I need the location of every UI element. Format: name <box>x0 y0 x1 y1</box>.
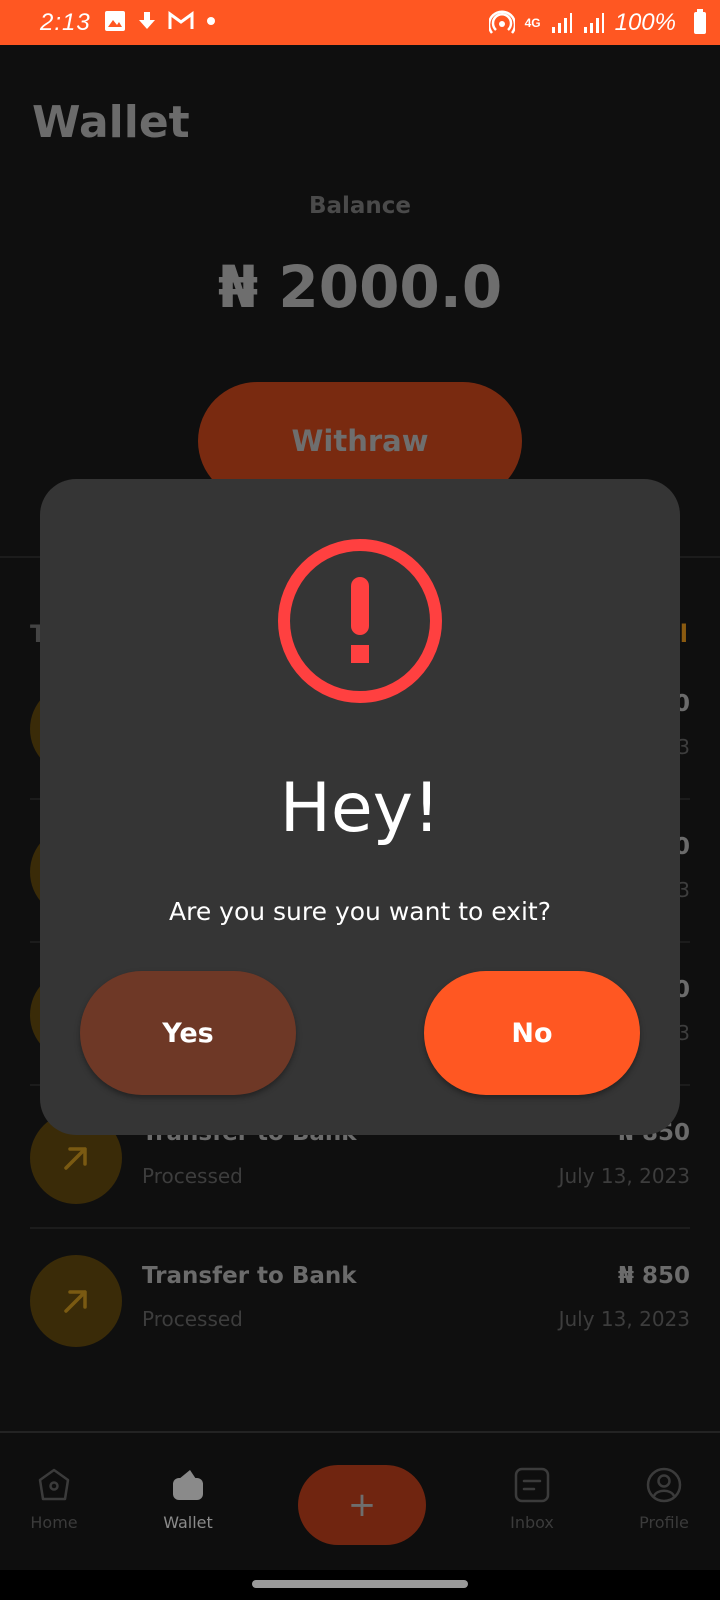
home-icon <box>38 1468 70 1501</box>
nav-label-profile: Profile <box>639 1513 689 1532</box>
status-bar: 2:13 4G 100% <box>0 0 720 45</box>
transaction-date: July 13, 2023 <box>558 1307 690 1331</box>
bottom-navigation: Home Wallet + Inbox Profile <box>0 1431 720 1572</box>
transaction-title: Transfer to Bank <box>142 1263 357 1289</box>
system-icons: 4G 100% <box>488 9 676 37</box>
transfer-icon <box>30 1255 122 1347</box>
hotspot-icon <box>488 10 515 34</box>
transaction-status: Processed <box>142 1164 243 1188</box>
wallet-icon <box>173 1470 203 1500</box>
dialog-message: Are you sure you want to exit? <box>168 897 551 926</box>
yes-button[interactable]: Yes <box>80 971 296 1095</box>
no-button[interactable]: No <box>424 971 640 1095</box>
see-all-link[interactable]: l <box>680 620 688 648</box>
nav-label-wallet: Wallet <box>163 1513 213 1532</box>
dialog-title: Hey! <box>279 769 441 848</box>
dot-icon <box>207 17 215 25</box>
nav-item-profile[interactable]: Profile <box>614 1467 714 1532</box>
signal-icon <box>583 13 604 33</box>
arrow-up-right-icon <box>64 1147 87 1170</box>
gesture-bar <box>0 1570 720 1600</box>
transaction-amount: ₦ 850 <box>617 1263 690 1289</box>
transaction-row[interactable]: Transfer to Bank Processed ₦ 850 July 13… <box>30 1229 690 1372</box>
nav-label-home: Home <box>30 1513 78 1532</box>
battery-percent: 100% <box>614 9 676 36</box>
transaction-status: Processed <box>142 1307 243 1331</box>
home-gesture-handle[interactable] <box>252 1580 468 1588</box>
gmail-icon <box>168 11 194 29</box>
nav-item-wallet[interactable]: Wallet <box>138 1467 238 1532</box>
network-type-label: 4G <box>524 16 541 30</box>
balance-amount: ₦ 2000.0 <box>217 253 503 321</box>
arrow-up-right-icon <box>64 1290 87 1313</box>
image-icon <box>105 11 125 31</box>
alert-circle-icon <box>278 539 442 703</box>
exit-confirm-dialog: Hey! Are you sure you want to exit? Yes … <box>40 479 680 1135</box>
balance-label: Balance <box>308 193 412 219</box>
notification-icons <box>104 10 216 32</box>
inbox-icon <box>514 1467 550 1503</box>
transaction-date: July 13, 2023 <box>558 1164 690 1188</box>
nav-item-home[interactable]: Home <box>4 1467 104 1532</box>
nav-label-inbox: Inbox <box>510 1513 554 1532</box>
signal-icon <box>551 13 572 33</box>
battery-icon <box>694 9 706 34</box>
page-title: Wallet <box>32 97 190 148</box>
nav-item-inbox[interactable]: Inbox <box>482 1467 582 1532</box>
profile-icon <box>646 1467 682 1503</box>
add-button[interactable]: + <box>298 1465 426 1545</box>
download-icon <box>139 12 155 29</box>
status-time: 2:13 <box>40 9 91 36</box>
